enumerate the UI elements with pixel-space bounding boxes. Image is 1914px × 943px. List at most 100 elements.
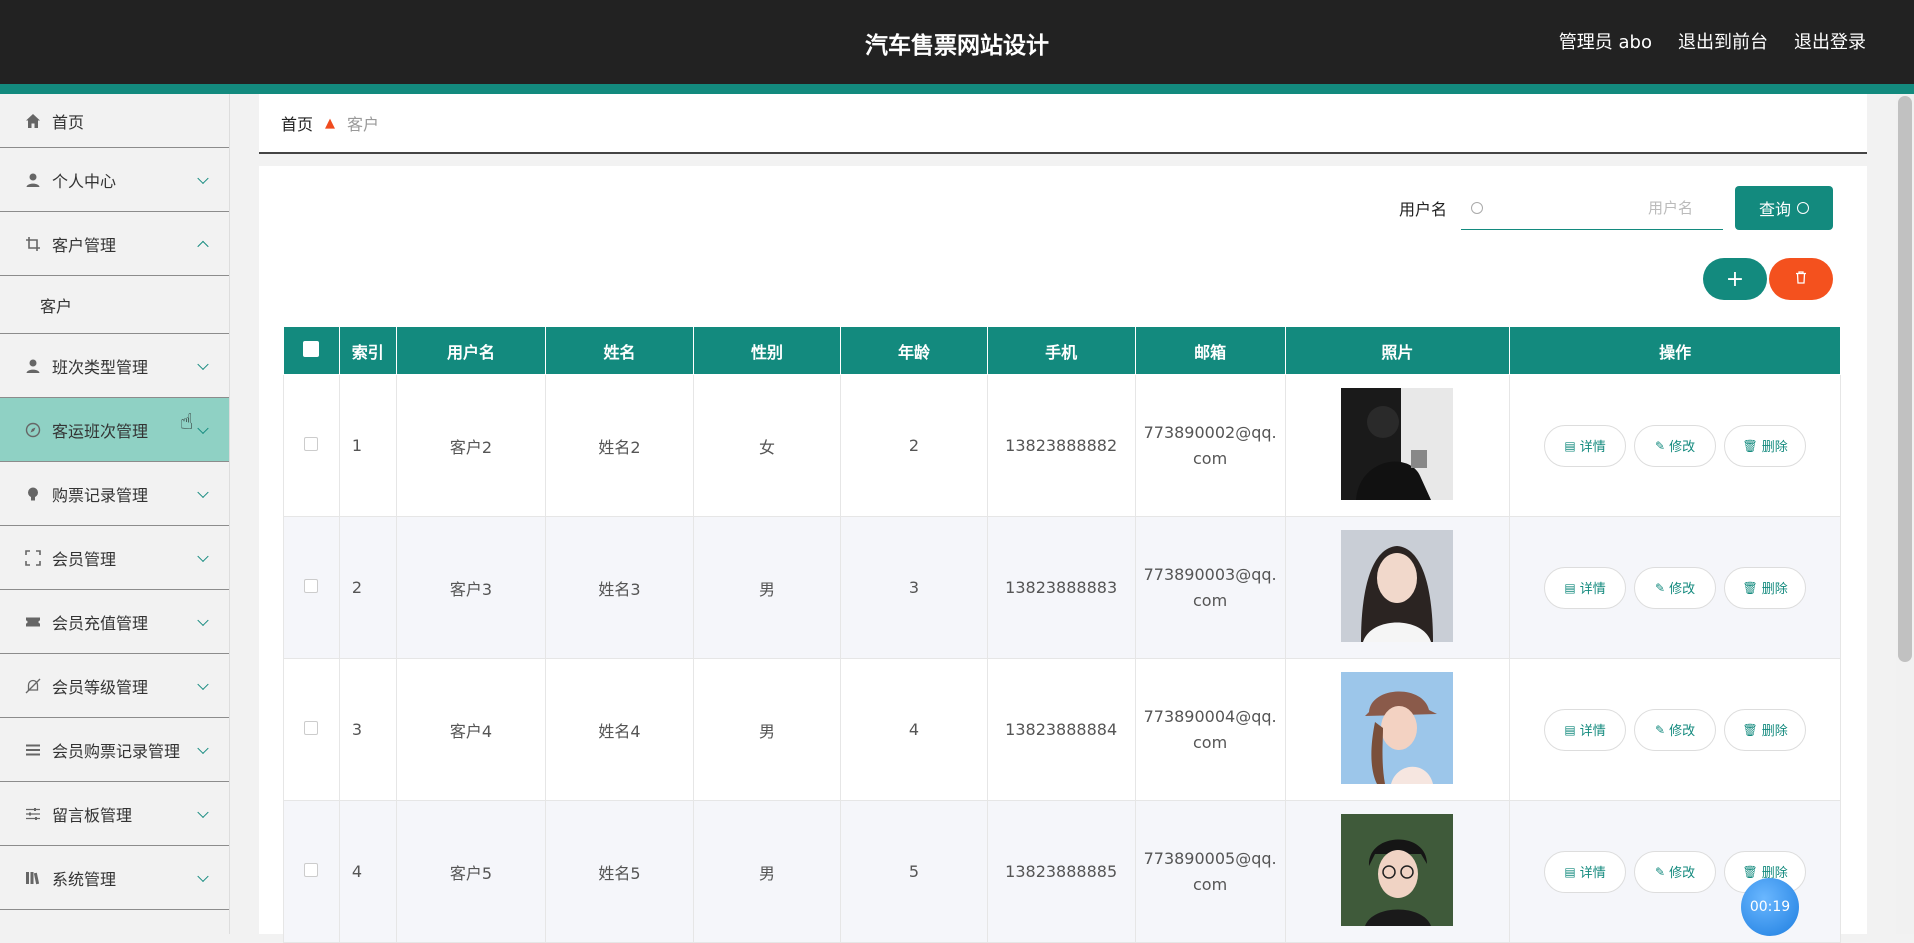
name-cell: 姓名3 [545, 516, 694, 659]
age-cell: 3 [840, 516, 988, 659]
sidebar-item-member-level-management[interactable]: 会员等级管理 [0, 654, 229, 718]
chevron-down-icon [197, 614, 209, 626]
email-cell: 773890005@qq. com [1134, 800, 1286, 943]
sidebar-item-shift-type-management[interactable]: 班次类型管理 [0, 334, 229, 398]
table-row: 1 客户2 姓名2 女 2 13823888882 773890002@qq. c… [283, 374, 1841, 517]
chevron-down-icon [197, 486, 209, 498]
photo-cell [1284, 658, 1511, 801]
top-bar: 汽车售票网站设计 管理员 abo 退出到前台 退出登录 [0, 0, 1914, 84]
admin-user-link[interactable]: 管理员 abo [1559, 28, 1652, 54]
column-header: 索引 [338, 326, 397, 375]
ops-cell: ▤ 详情 ✎ 修改 🗑 删除 [1509, 516, 1841, 659]
document-icon: ▤ [1564, 438, 1576, 453]
breadcrumb-home[interactable]: 首页 [281, 111, 313, 135]
sidebar-item-label: 客运班次管理 [52, 421, 149, 441]
edit-button-label: 修改 [1669, 440, 1696, 455]
delete-button-label: 删除 [1761, 724, 1788, 739]
phone-cell: 13823888883 [986, 516, 1136, 659]
email-line: 773890004@qq. [1143, 706, 1277, 726]
edit-button[interactable]: ✎ 修改 [1634, 708, 1717, 751]
gender-cell: 男 [692, 800, 842, 943]
timer-badge: 00:19 [1741, 878, 1799, 936]
trash-icon: 🗑 [1742, 864, 1758, 879]
row-actions: ▤ 详情 ✎ 修改 🗑 删除 [1510, 708, 1840, 751]
search-box [1461, 186, 1723, 230]
sidebar-item-passenger-shift-management[interactable]: 客运班次管理 [0, 398, 229, 462]
main-content: 用户名 查询 + 索引 用户名 姓名 性别 年龄 [259, 166, 1867, 943]
username-cell: 客户5 [395, 800, 547, 943]
detail-button[interactable]: ▤ 详情 [1544, 566, 1627, 609]
detail-button-label: 详情 [1579, 582, 1606, 597]
table-row: 4 客户5 姓名5 男 5 13823888885 773890005@qq. c… [283, 800, 1841, 943]
email-line: com [1193, 590, 1228, 610]
edit-button[interactable]: ✎ 修改 [1634, 850, 1717, 893]
edit-button[interactable]: ✎ 修改 [1634, 424, 1717, 467]
sidebar-item-personal-center[interactable]: 个人中心 [0, 148, 229, 212]
gender-cell: 男 [692, 658, 842, 801]
gender-cell: 女 [692, 374, 842, 517]
customer-table: 索引 用户名 姓名 性别 年龄 手机 邮箱 照片 操作 1 客户2 姓名2 女 … [283, 326, 1841, 943]
sidebar-item-label: 班次类型管理 [52, 357, 149, 377]
column-header: 姓名 [545, 326, 694, 375]
delete-button[interactable]: 🗑 删除 [1724, 424, 1807, 467]
detail-button[interactable]: ▤ 详情 [1544, 424, 1627, 467]
delete-button[interactable]: 🗑 删除 [1724, 708, 1807, 751]
scrollbar-thumb[interactable] [1898, 96, 1912, 662]
sidebar-subitem-customer[interactable]: 客户 [0, 276, 229, 334]
chevron-down-icon [197, 870, 209, 882]
list-icon [24, 741, 42, 759]
row-checkbox[interactable] [304, 579, 319, 593]
detail-button-label: 详情 [1579, 866, 1606, 881]
sidebar-item-member-ticket-record-management[interactable]: 会员购票记录管理 [0, 718, 229, 782]
add-button[interactable]: + [1703, 258, 1767, 300]
username-cell: 客户4 [395, 658, 547, 801]
document-icon: ▤ [1564, 580, 1576, 595]
sidebar-item-system-management[interactable]: 系统管理 [0, 846, 229, 910]
row-select-cell [283, 516, 340, 659]
edit-icon: ✎ [1655, 722, 1666, 737]
sidebar-item-message-board-management[interactable]: 留言板管理 [0, 782, 229, 846]
chevron-down-icon [197, 678, 209, 690]
sidebar-item-customer-management[interactable]: 客户管理 [0, 212, 229, 276]
detail-button[interactable]: ▤ 详情 [1544, 850, 1627, 893]
delete-button[interactable]: 🗑 删除 [1724, 566, 1807, 609]
chevron-down-icon [197, 172, 209, 184]
customer-photo [1341, 813, 1454, 926]
sidebar-item-member-recharge-management[interactable]: 会员充值管理 [0, 590, 229, 654]
bulk-delete-button[interactable] [1769, 258, 1833, 300]
sidebar-item-member-management[interactable]: 会员管理 [0, 526, 229, 590]
query-button[interactable]: 查询 [1735, 186, 1833, 230]
row-checkbox[interactable] [304, 721, 319, 735]
select-all-checkbox[interactable] [303, 340, 320, 357]
breadcrumb-current: 客户 [347, 115, 380, 134]
row-actions: ▤ 详情 ✎ 修改 🗑 删除 [1510, 424, 1840, 467]
column-header: 邮箱 [1134, 326, 1286, 375]
gender-cell: 男 [692, 516, 842, 659]
compass-icon [24, 421, 42, 439]
document-icon: ▤ [1564, 722, 1576, 737]
action-row: + [1703, 258, 1833, 300]
username-cell: 客户3 [395, 516, 547, 659]
sidebar-item-label: 会员充值管理 [52, 613, 149, 633]
mouse-pointer-icon: ☝ [180, 410, 194, 435]
query-button-label: 查询 [1758, 200, 1791, 219]
logout-link[interactable]: 退出登录 [1794, 28, 1866, 54]
column-header: 用户名 [395, 326, 547, 375]
sidebar-item-home[interactable]: 首页 [0, 94, 229, 148]
username-search-input[interactable] [1493, 198, 1713, 217]
exit-to-front-link[interactable]: 退出到前台 [1678, 28, 1768, 54]
sidebar-item-label: 购票记录管理 [52, 485, 149, 505]
name-cell: 姓名5 [545, 800, 694, 943]
detail-button[interactable]: ▤ 详情 [1544, 708, 1627, 751]
sidebar-item-label: 客户管理 [52, 235, 117, 255]
edit-button[interactable]: ✎ 修改 [1634, 566, 1717, 609]
row-checkbox[interactable] [304, 437, 319, 451]
email-cell: 773890003@qq. com [1134, 516, 1286, 659]
home-flag-icon: ▲ [325, 115, 336, 131]
phone-cell: 13823888882 [986, 374, 1136, 517]
trash-icon: 🗑 [1742, 722, 1758, 737]
row-checkbox[interactable] [304, 863, 319, 877]
phone-cell: 13823888885 [986, 800, 1136, 943]
user-icon [24, 357, 42, 375]
sidebar-item-ticket-record-management[interactable]: 购票记录管理 [0, 462, 229, 526]
